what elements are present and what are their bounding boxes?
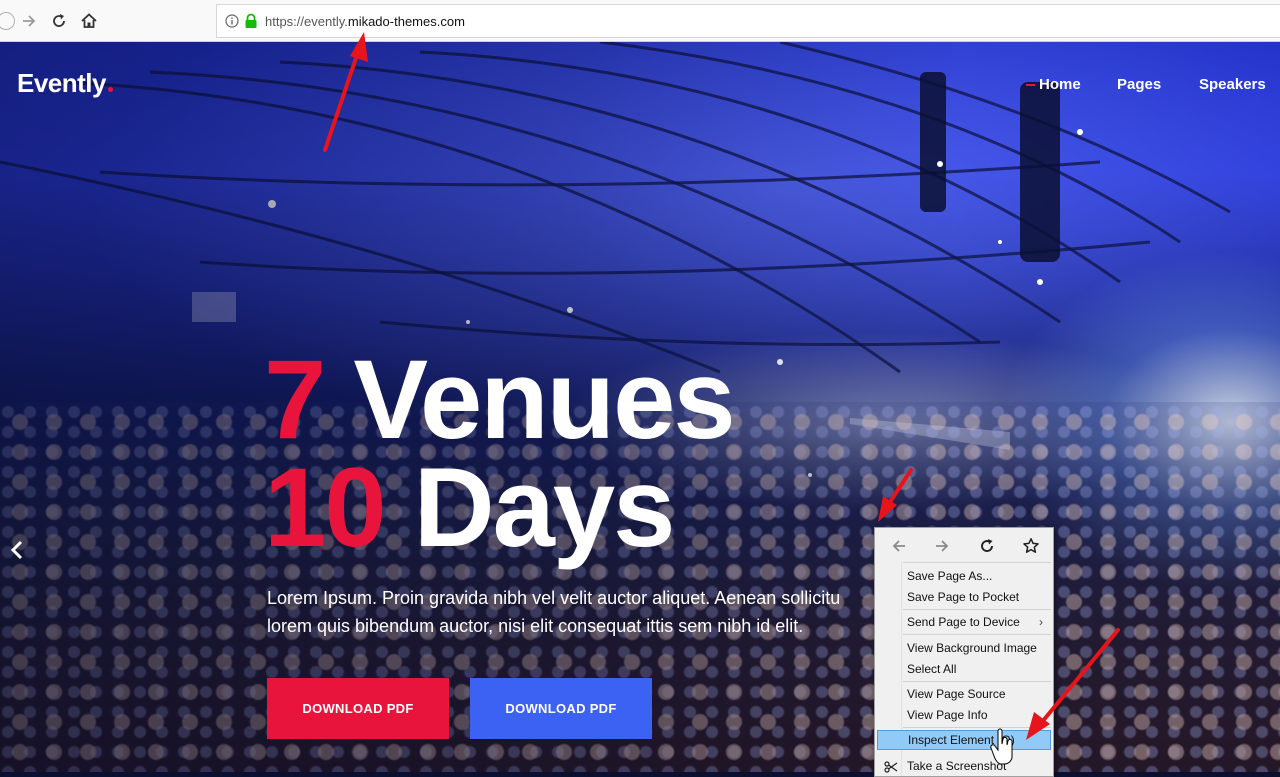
menu-separator [903,562,1051,563]
nav-speakers[interactable]: Speakers [1199,76,1266,93]
hero-description: Lorem Ipsum. Proin gravida nibh vel veli… [267,584,887,640]
headline-word-1: Venues [353,337,735,462]
reload-icon[interactable] [47,9,71,33]
browser-toolbar: https://evently.mikado-themes.com [0,0,1280,42]
headline-line-2: 10 Days [264,452,675,564]
logo-text: Evently [17,68,107,98]
hero-section: Evently Home Pages Speakers 7 Venues 10 … [0,42,1280,772]
menu-item-label: Save Page to Pocket [907,590,1020,604]
menu-item-save-to-pocket[interactable]: Save Page to Pocket [877,587,1051,607]
url-prefix: https://evently. [265,14,348,29]
screenshot-scissors-icon [884,761,898,773]
menu-item-label: Save Page As... [907,569,993,583]
menu-item-label: View Page Info [907,708,988,722]
menu-item-select-all[interactable]: Select All [877,659,1051,679]
menu-separator [903,609,1051,610]
menu-item-view-page-source[interactable]: View Page Source [877,684,1051,704]
menu-item-inspect-element[interactable]: Inspect Element (Q) [877,730,1051,750]
menu-separator [903,727,1051,728]
context-menu-nav-row [875,528,1053,562]
menu-item-label: Inspect Element (Q) [908,733,1015,747]
nav-home[interactable]: Home [1026,76,1081,93]
lock-icon [245,13,257,28]
menu-item-view-page-info[interactable]: View Page Info [877,705,1051,725]
menu-item-view-background-image[interactable]: View Background Image [877,638,1051,658]
context-forward-icon[interactable] [932,536,952,556]
url-text[interactable]: https://evently.mikado-themes.com [265,14,465,29]
menu-separator [903,681,1051,682]
logo-dot [108,87,113,92]
menu-item-label: Send Page to Device [907,615,1020,629]
menu-item-label: View Background Image [907,641,1037,655]
site-logo[interactable]: Evently [17,68,113,99]
address-bar[interactable]: https://evently.mikado-themes.com [216,4,1280,38]
context-reload-icon[interactable] [977,536,997,556]
menu-item-save-page-as[interactable]: Save Page As... [877,566,1051,586]
headline-number-1: 7 [264,337,326,462]
hero-description-line-1: Lorem Ipsum. Proin gravida nibh vel veli… [267,588,841,608]
menu-separator [903,634,1051,635]
chevron-right-icon: › [1039,615,1043,629]
url-domain: mikado-themes.com [347,14,465,29]
back-arrow-icon[interactable] [0,9,18,33]
context-menu: Save Page As... Save Page to Pocket Send… [874,527,1054,777]
headline-line-1: 7 Venues [264,344,736,456]
context-bookmark-star-icon[interactable] [1021,536,1041,556]
hero-description-line-2: lorem quis bibendum auctor, nisi elit co… [267,616,804,636]
nav-pages[interactable]: Pages [1117,76,1161,93]
menu-item-label: Take a Screenshot [907,759,1007,773]
info-icon[interactable] [225,14,239,28]
headline-word-2: Days [413,445,676,570]
chevron-left-icon[interactable] [7,539,27,561]
menu-item-send-to-device[interactable]: Send Page to Device › [877,612,1051,632]
download-pdf-button-red[interactable]: DOWNLOAD PDF [267,678,449,739]
context-back-icon[interactable] [889,536,909,556]
download-pdf-button-blue[interactable]: DOWNLOAD PDF [470,678,652,739]
headline-number-2: 10 [264,445,387,570]
menu-item-take-screenshot[interactable]: Take a Screenshot [877,756,1051,776]
forward-arrow-icon[interactable] [17,9,41,33]
home-icon[interactable] [77,9,101,33]
menu-item-label: View Page Source [907,687,1006,701]
menu-item-label: Select All [907,662,957,676]
